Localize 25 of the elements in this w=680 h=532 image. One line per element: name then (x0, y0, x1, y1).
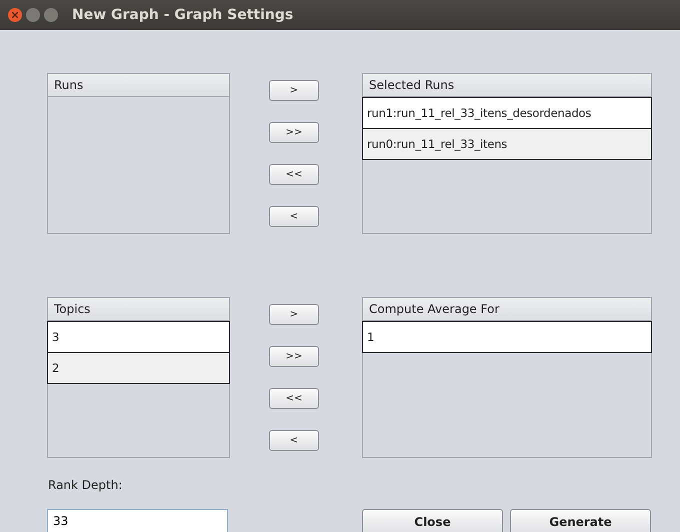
list-header: Compute Average For (363, 298, 651, 321)
transfer-button[interactable]: < (269, 430, 319, 451)
transfer-button[interactable]: > (269, 80, 319, 101)
list-header: Runs (48, 74, 229, 97)
action-button[interactable]: Close (362, 509, 503, 532)
maximize-icon[interactable] (44, 8, 58, 22)
transfer-button[interactable]: >> (269, 346, 319, 367)
list-item[interactable]: 2 (47, 353, 230, 384)
field-label: Rank Depth: (47, 478, 124, 494)
action-button[interactable]: Generate (510, 509, 651, 532)
transfer-button[interactable]: >> (269, 122, 319, 143)
transfer-button[interactable]: > (269, 304, 319, 325)
minimize-icon[interactable] (26, 8, 40, 22)
transfer-button[interactable]: << (269, 388, 319, 409)
list-item[interactable]: 3 (47, 321, 230, 353)
list-item[interactable]: run1:run_11_rel_33_itens_desordenados (362, 97, 652, 129)
window-title: New Graph - Graph Settings (72, 7, 294, 23)
close-icon[interactable] (8, 8, 22, 22)
list-header: Selected Runs (363, 74, 651, 97)
input-field[interactable]: 33 (47, 509, 228, 532)
list-header: Topics (48, 298, 229, 321)
transfer-button[interactable]: < (269, 206, 319, 227)
list-item[interactable]: 1 (362, 321, 652, 353)
list-item[interactable]: run0:run_11_rel_33_itens (362, 129, 652, 160)
transfer-button[interactable]: << (269, 164, 319, 185)
